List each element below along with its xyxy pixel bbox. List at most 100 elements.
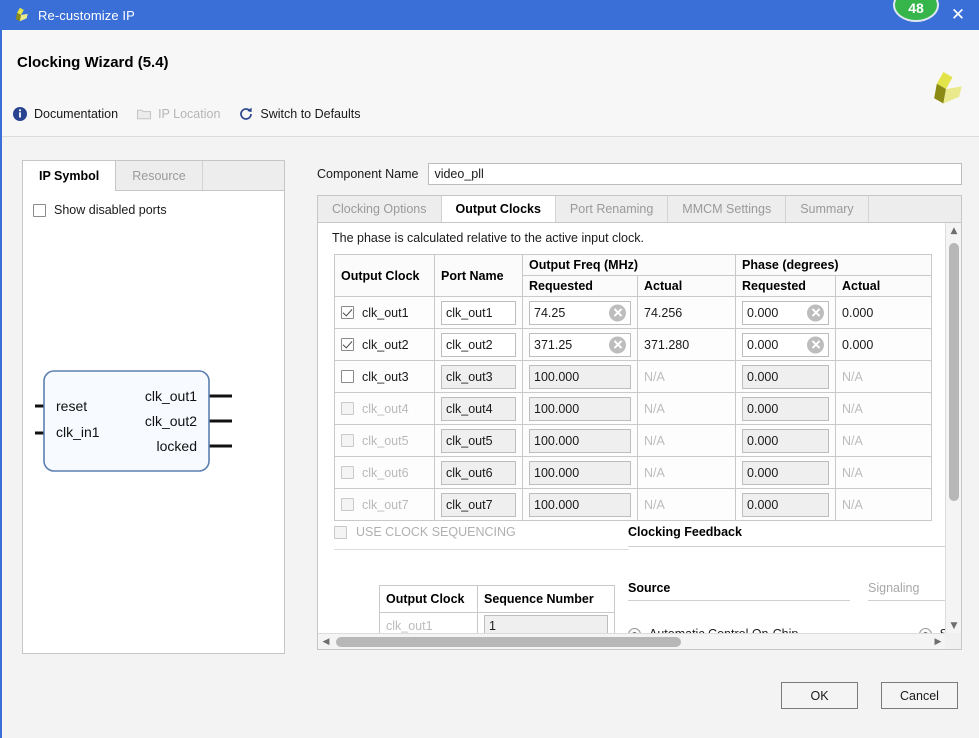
tab-output-clocks[interactable]: Output Clocks <box>441 196 556 222</box>
clock-name-label: clk_out5 <box>362 433 409 448</box>
port-name-cell <box>434 328 523 361</box>
component-name-label: Component Name <box>317 167 419 181</box>
documentation-button[interactable]: Documentation <box>12 106 118 122</box>
port-name-input-clk_out1[interactable] <box>441 300 516 325</box>
freq-requested-input-clk_out3[interactable] <box>529 364 631 389</box>
phase-requested-input-clk_out6[interactable] <box>742 460 830 485</box>
tab-summary-label: Summary <box>800 202 854 216</box>
show-disabled-ports-checkbox[interactable]: Show disabled ports <box>33 203 284 217</box>
phase-requested-cell <box>735 328 837 361</box>
freq-actual-cell: 371.280 <box>636 328 737 361</box>
port-name-cell <box>434 392 523 425</box>
xilinx-logo-icon <box>934 71 962 104</box>
window-title: Re-customize IP <box>38 7 135 23</box>
clock-name-label: clk_out6 <box>362 465 409 480</box>
use-clock-sequencing-checkbox[interactable]: USE CLOCK SEQUENCING <box>334 525 629 550</box>
tab-resource-label: Resource <box>132 168 186 183</box>
switch-to-defaults-button[interactable]: Switch to Defaults <box>238 106 360 122</box>
clock-enable-checkbox-clk_out5[interactable]: clk_out5 <box>341 434 428 448</box>
ip-location-label: IP Location <box>158 107 221 121</box>
component-name-input[interactable] <box>428 163 962 185</box>
source-label: Source <box>628 581 850 601</box>
phase-requested-input-clk_out4[interactable] <box>742 396 830 421</box>
freq-requested-input-clk_out6[interactable] <box>529 460 631 485</box>
tab-clocking-options[interactable]: Clocking Options <box>318 196 442 222</box>
clear-phase-icon-clk_out1[interactable] <box>807 304 825 321</box>
port-name-input-clk_out6[interactable] <box>441 460 516 485</box>
horizontal-scrollbar[interactable]: ◀ ▶ <box>318 633 946 649</box>
port-name-input-clk_out5[interactable] <box>441 428 516 453</box>
header-toolbar: Documentation IP Location Switch to Defa… <box>12 106 360 122</box>
page-title: Clocking Wizard (5.4) <box>17 54 169 71</box>
clock-enable-cell: clk_out6 <box>334 456 435 489</box>
freq-actual-cell: N/A <box>636 488 737 521</box>
svg-text:clk_in1: clk_in1 <box>56 424 100 440</box>
tab-clocking-options-label: Clocking Options <box>332 202 427 216</box>
clock-name-label: clk_out2 <box>362 337 409 352</box>
tab-ip-symbol[interactable]: IP Symbol <box>23 161 117 191</box>
seq-number-cell <box>477 612 615 634</box>
th-phase: Phase (degrees) <box>735 254 933 276</box>
tab-filler <box>869 196 961 222</box>
scroll-left-icon[interactable]: ◀ <box>318 634 334 650</box>
tab-resource[interactable]: Resource <box>116 161 203 190</box>
tab-ip-symbol-label: IP Symbol <box>39 169 100 183</box>
tab-mmcm-settings[interactable]: MMCM Settings <box>668 196 787 222</box>
output-clocks-table: Output Clock Port Name Output Freq (MHz)… <box>334 254 933 521</box>
horizontal-scrollbar-thumb[interactable] <box>336 637 681 647</box>
port-name-input-clk_out3[interactable] <box>441 364 516 389</box>
main-tabs: Clocking Options Output Clocks Port Rena… <box>317 195 962 222</box>
clock-enable-checkbox-clk_out2[interactable]: clk_out2 <box>341 338 428 352</box>
ok-button[interactable]: OK <box>781 682 858 709</box>
freq-requested-input-clk_out4[interactable] <box>529 396 631 421</box>
sequence-number-input[interactable] <box>484 615 608 634</box>
scroll-content: The phase is calculated relative to the … <box>318 223 946 634</box>
tab-port-renaming[interactable]: Port Renaming <box>556 196 669 222</box>
freq-requested-cell <box>522 488 638 521</box>
clear-freq-icon-clk_out2[interactable] <box>609 336 626 353</box>
vertical-scrollbar-thumb[interactable] <box>949 243 959 501</box>
cancel-button[interactable]: Cancel <box>881 682 958 709</box>
th-output-freq: Output Freq (MHz) <box>521 254 737 276</box>
tab-output-clocks-label: Output Clocks <box>455 202 541 216</box>
port-name-input-clk_out4[interactable] <box>441 396 516 421</box>
clear-freq-icon-clk_out1[interactable] <box>609 304 626 321</box>
tab-summary[interactable]: Summary <box>786 196 869 222</box>
freq-actual-cell: N/A <box>636 456 737 489</box>
freq-requested-input-clk_out5[interactable] <box>529 428 631 453</box>
svg-text:locked: locked <box>157 438 197 454</box>
port-name-input-clk_out2[interactable] <box>441 332 516 357</box>
phase-requested-input-clk_out5[interactable] <box>742 428 830 453</box>
phase-requested-cell <box>735 488 837 521</box>
refresh-icon <box>240 107 253 120</box>
scroll-up-icon[interactable]: ▲ <box>946 223 961 239</box>
clock-enable-checkbox-clk_out4[interactable]: clk_out4 <box>341 402 428 416</box>
clock-enable-checkbox-clk_out6[interactable]: clk_out6 <box>341 466 428 480</box>
switch-to-defaults-label: Switch to Defaults <box>260 107 361 121</box>
phase-requested-input-clk_out3[interactable] <box>742 364 830 389</box>
checkbox-box <box>33 203 46 217</box>
close-icon[interactable]: ✕ <box>947 4 969 26</box>
clock-enable-checkbox-clk_out3[interactable]: clk_out3 <box>341 370 428 384</box>
freq-requested-cell <box>522 424 638 457</box>
ip-location-button[interactable]: IP Location <box>136 106 220 122</box>
vertical-scrollbar[interactable]: ▲ ▼ <box>945 223 961 634</box>
clock-enable-cell: clk_out4 <box>334 392 435 425</box>
phase-actual-cell: N/A <box>835 488 933 521</box>
phase-requested-cell <box>735 392 837 425</box>
clear-phase-icon-clk_out2[interactable] <box>807 336 825 353</box>
clock-enable-checkbox-clk_out7[interactable]: clk_out7 <box>341 498 428 512</box>
info-icon <box>13 107 27 121</box>
scroll-down-icon[interactable]: ▼ <box>946 618 961 634</box>
clock-enable-checkbox-clk_out1[interactable]: clk_out1 <box>341 306 428 320</box>
freq-requested-input-clk_out7[interactable] <box>529 492 631 517</box>
port-name-input-clk_out7[interactable] <box>441 492 516 517</box>
clock-enable-cell: clk_out2 <box>334 328 435 361</box>
clock-name-label: clk_out3 <box>362 369 409 384</box>
sequence-table-header: Output Clock Sequence Number <box>379 585 615 613</box>
phase-actual-cell: N/A <box>835 424 933 457</box>
phase-requested-input-clk_out7[interactable] <box>742 492 830 517</box>
scroll-right-icon[interactable]: ▶ <box>930 634 946 649</box>
clock-sequencing-section: USE CLOCK SEQUENCING Output Clock Sequen… <box>334 525 629 634</box>
table-header-group-row: Output Clock Port Name Output Freq (MHz)… <box>334 254 933 297</box>
